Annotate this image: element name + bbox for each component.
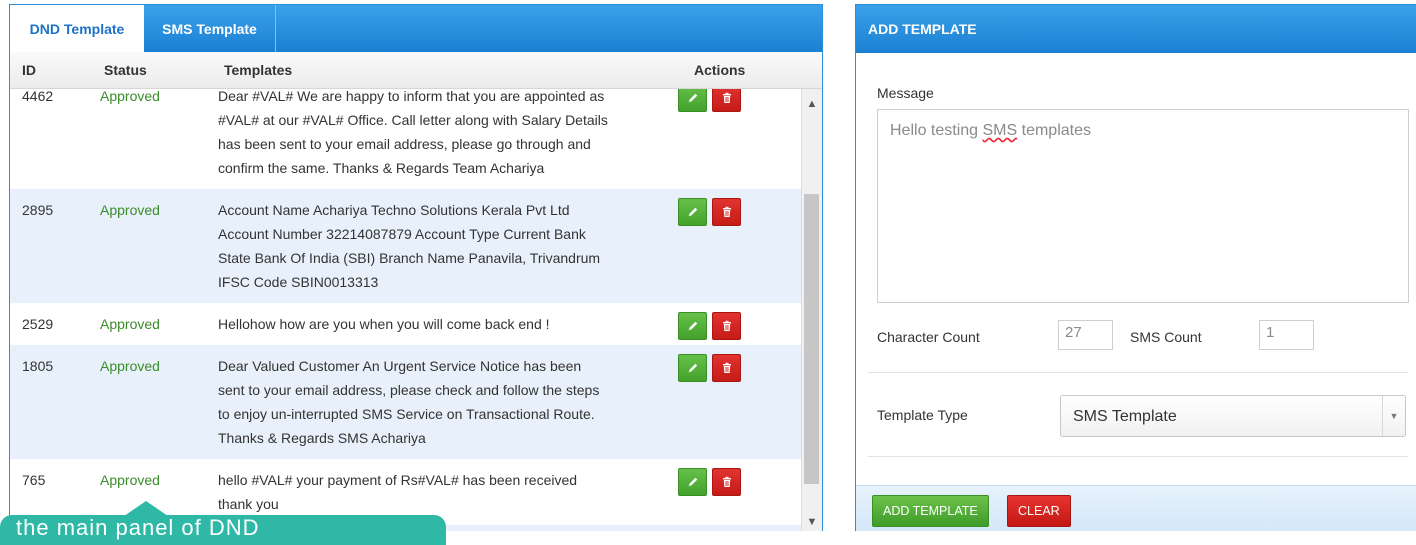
add-template-title: ADD TEMPLATE <box>856 5 1416 53</box>
template-line: State Bank Of India (SBI) Branch Name Pa… <box>218 250 601 266</box>
edit-button[interactable] <box>678 89 707 112</box>
row-status: Approved <box>100 89 160 104</box>
row-template-text: Account Name Achariya Techno Solutions K… <box>218 198 658 294</box>
message-label: Message <box>877 85 934 101</box>
pencil-icon <box>687 320 699 332</box>
add-template-button[interactable]: ADD TEMPLATE <box>872 495 989 527</box>
scrollbar-thumb[interactable] <box>804 194 819 484</box>
template-line: has been sent to your email address, ple… <box>218 136 591 152</box>
tooltip-arrow <box>124 501 168 516</box>
table-row: 1805 Approved Dear Valued Customer An Urge… <box>10 345 804 459</box>
row-id: 2529 <box>22 316 54 332</box>
row-status: Approved <box>100 202 160 218</box>
template-line: Account Name Achariya Techno Solutions K… <box>218 202 570 218</box>
edit-button[interactable] <box>678 468 707 496</box>
template-line: IFSC Code SBIN0013313 <box>218 274 379 290</box>
row-id: 4462 <box>22 89 54 104</box>
template-type-value: SMS Template <box>1073 408 1177 425</box>
sms-count-label: SMS Count <box>1130 329 1202 345</box>
message-textarea[interactable]: Hello testing SMS templates <box>877 109 1409 303</box>
template-line: hello #VAL# your payment of Rs#VAL# has … <box>218 472 578 488</box>
pencil-icon <box>687 476 699 488</box>
row-template-text: hello #VAL# your payment of Rs#VAL# has … <box>218 468 658 516</box>
template-line: #VAL# at our #VAL# Office. Call letter a… <box>218 112 608 128</box>
tab-sms-template[interactable]: SMS Template <box>144 5 276 52</box>
template-line: sent to your email address, please check… <box>218 382 600 398</box>
header-id: ID <box>22 62 36 78</box>
header-status: Status <box>104 62 147 78</box>
row-id: 765 <box>22 472 46 488</box>
template-line: confirm the same. Thanks & Regards Team … <box>218 160 545 176</box>
delete-button[interactable] <box>712 198 741 226</box>
message-text-misspelled: SMS <box>982 122 1018 139</box>
tooltip-text: the main panel of DND <box>16 515 260 540</box>
table-row: 4462 Approved Dear #VAL# We are happy to i… <box>10 89 804 189</box>
clear-button[interactable]: CLEAR <box>1007 495 1071 527</box>
template-line: Account Number 32214087879 Account Type … <box>218 226 586 242</box>
template-line: Hellohow how are you when you will come … <box>218 316 550 332</box>
delete-button[interactable] <box>712 312 741 340</box>
divider <box>868 456 1408 457</box>
trash-icon <box>721 92 733 104</box>
divider <box>868 372 1408 373</box>
table-header: ID Status Templates Actions <box>10 52 822 89</box>
row-template-text: Hellohow how are you when you will come … <box>218 312 658 336</box>
row-status: Approved <box>100 472 160 488</box>
scroll-down-arrow-icon[interactable]: ▼ <box>802 513 822 531</box>
pencil-icon <box>687 92 699 104</box>
scroll-up-arrow-icon[interactable]: ▲ <box>802 95 822 113</box>
pencil-icon <box>687 362 699 374</box>
edit-button[interactable] <box>678 312 707 340</box>
trash-icon <box>721 362 733 374</box>
header-actions: Actions <box>694 62 746 78</box>
edit-button[interactable] <box>678 198 707 226</box>
template-line: thank you <box>218 496 279 512</box>
table-row: 2529 Approved Hellohow how are you when yo… <box>10 303 804 345</box>
message-text-start: Hello testing <box>890 122 983 139</box>
trash-icon <box>721 206 733 218</box>
delete-button[interactable] <box>712 89 741 112</box>
trash-icon <box>721 476 733 488</box>
row-id: 2895 <box>22 202 54 218</box>
add-template-panel: ADD TEMPLATE Message Hello testing SMS t… <box>855 4 1416 531</box>
template-line: Thanks & Regards SMS Achariya <box>218 430 426 446</box>
trash-icon <box>721 320 733 332</box>
sms-count-field[interactable]: 1 <box>1259 320 1314 350</box>
tab-dnd-template[interactable]: DND Template <box>10 5 144 52</box>
template-line: Dear Valued Customer An Urgent Service N… <box>218 358 582 374</box>
template-type-label: Template Type <box>877 407 968 423</box>
edit-button[interactable] <box>678 354 707 382</box>
chevron-down-icon[interactable]: ▼ <box>1382 396 1405 436</box>
row-status: Approved <box>100 358 160 374</box>
row-status: Approved <box>100 316 160 332</box>
template-list-panel: DND Template SMS Template ID Status Temp… <box>9 4 823 531</box>
template-line: to enjoy un-interrupted SMS Service on T… <box>218 406 595 422</box>
character-count-field[interactable]: 27 <box>1058 320 1113 350</box>
template-line: Dear #VAL# We are happy to inform that y… <box>218 89 605 104</box>
row-id: 1805 <box>22 358 54 374</box>
table-row: 2895 Approved Account Name Achariya Techno… <box>10 189 804 303</box>
header-templates: Templates <box>224 62 293 78</box>
table-scrollbar[interactable]: ▲ ▼ <box>801 89 822 531</box>
pencil-icon <box>687 206 699 218</box>
template-type-select[interactable]: SMS Template ▼ <box>1060 395 1406 437</box>
delete-button[interactable] <box>712 354 741 382</box>
row-template-text: Dear #VAL# We are happy to inform that y… <box>218 89 658 180</box>
tab-bar: DND Template SMS Template <box>10 5 822 52</box>
row-template-text: Dear Valued Customer An Urgent Service N… <box>218 354 658 450</box>
table-rows: 4462 Approved Dear #VAL# We are happy to i… <box>10 89 804 531</box>
message-text-end: templates <box>1017 122 1091 139</box>
table-body[interactable]: 4462 Approved Dear #VAL# We are happy to i… <box>10 89 804 531</box>
character-count-label: Character Count <box>877 329 980 345</box>
delete-button[interactable] <box>712 468 741 496</box>
